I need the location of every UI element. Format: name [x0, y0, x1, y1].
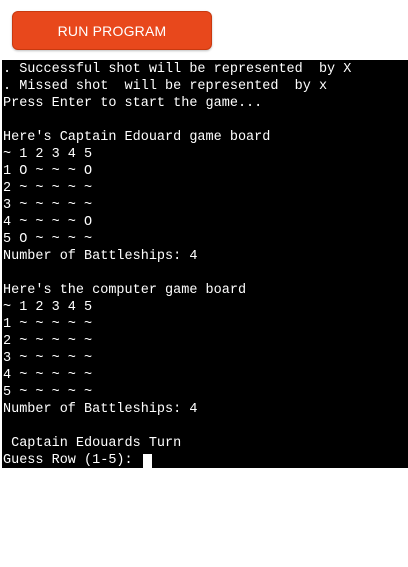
terminal-output[interactable]: . Successful shot will be represented by…: [2, 60, 408, 468]
terminal-line: 4 ~ ~ ~ ~ O: [3, 215, 93, 230]
terminal-line: . Missed shot will be represented by x: [3, 79, 328, 94]
terminal-line: Press Enter to start the game...: [3, 96, 263, 111]
terminal-line: Captain Edouards Turn: [3, 436, 182, 451]
terminal-line: Here's the computer game board: [3, 283, 247, 298]
terminal-line: 4 ~ ~ ~ ~ ~: [3, 368, 93, 383]
terminal-line: ~ 1 2 3 4 5: [3, 147, 93, 162]
terminal-line: . Successful shot will be represented by…: [3, 62, 352, 77]
terminal-line: 5 ~ ~ ~ ~ ~: [3, 385, 93, 400]
terminal-line: 3 ~ ~ ~ ~ ~: [3, 198, 93, 213]
terminal-line: Number of Battleships: 4: [3, 402, 198, 417]
terminal-line: Number of Battleships: 4: [3, 249, 198, 264]
terminal-line: ~ 1 2 3 4 5: [3, 300, 93, 315]
terminal-line: 5 O ~ ~ ~ ~: [3, 232, 93, 247]
terminal-line: 1 ~ ~ ~ ~ ~: [3, 317, 93, 332]
terminal-line: 1 O ~ ~ ~ O: [3, 164, 93, 179]
input-prompt: Guess Row (1-5):: [3, 453, 141, 468]
terminal-line: 2 ~ ~ ~ ~ ~: [3, 181, 93, 196]
terminal-line: 2 ~ ~ ~ ~ ~: [3, 334, 93, 349]
terminal-input-line[interactable]: Guess Row (1-5):: [2, 452, 408, 468]
terminal-line: 3 ~ ~ ~ ~ ~: [3, 351, 93, 366]
text-cursor: [142, 453, 152, 468]
terminal-line: Here's Captain Edouard game board: [3, 130, 271, 145]
run-program-button[interactable]: RUN PROGRAM: [12, 11, 212, 50]
